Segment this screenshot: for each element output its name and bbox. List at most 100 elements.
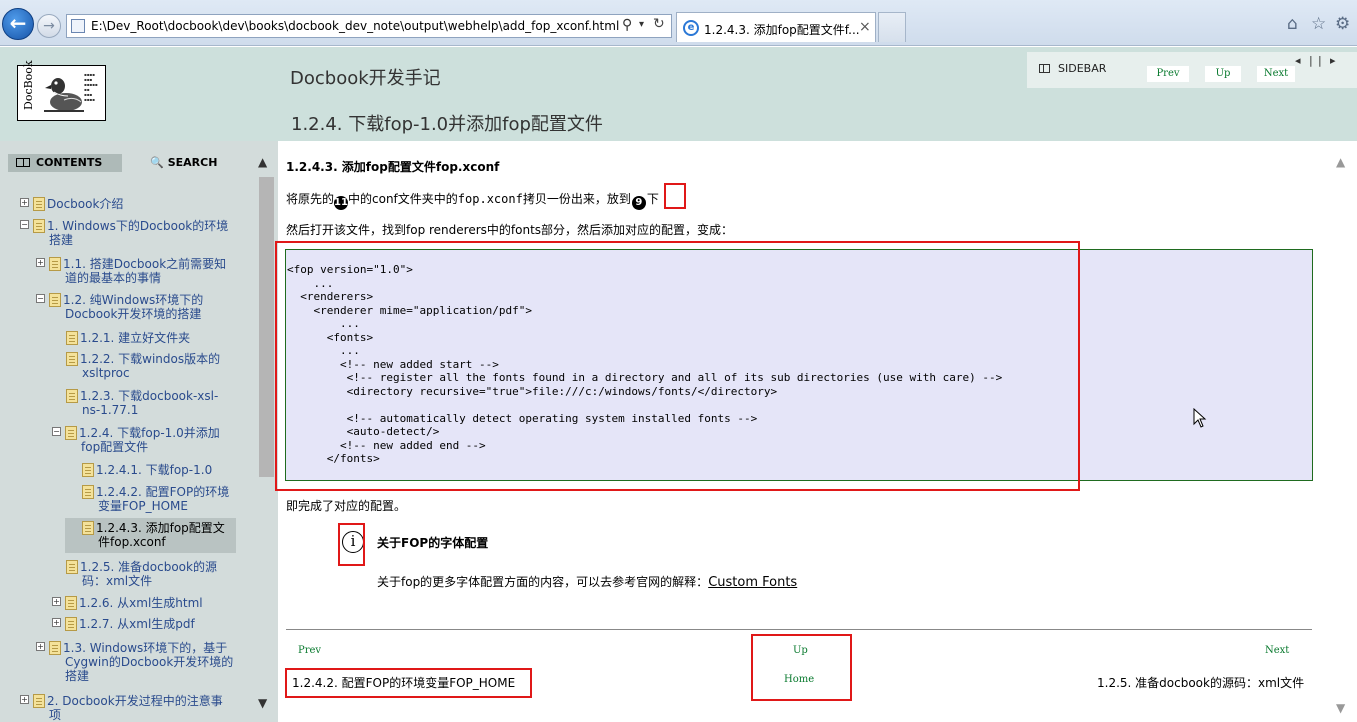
duck-icon bbox=[44, 78, 84, 112]
book-title: Docbook开发手记 bbox=[290, 68, 441, 89]
webhelp-header: DocBook ▪▪▪▪ ▪▪▪ ▪▪▪▪▪ ▪▪ ▪▪▪ ▪▪▪▪ Docbook… bbox=[0, 47, 1357, 141]
text: 中的conf文件夹中的 bbox=[348, 192, 458, 206]
footer-next-title[interactable]: 1.2.5. 准备docbook的源码：xml文件 bbox=[1097, 674, 1304, 691]
toc-label-line2: 变量FOP_HOME bbox=[98, 499, 188, 513]
tab-search-label: SEARCH bbox=[167, 156, 218, 169]
toc-item[interactable]: 1.2.5. 准备docbook的源 码：xml文件 bbox=[66, 560, 217, 588]
text: 下 bbox=[646, 192, 659, 206]
custom-fonts-link[interactable]: Custom Fonts bbox=[708, 575, 797, 590]
toc-label: 1.2.6. 从xml生成html bbox=[79, 596, 203, 610]
footer-divider bbox=[286, 629, 1312, 630]
toc-label-line2: 件fop.xconf bbox=[98, 535, 166, 549]
text: 关于fop的更多字体配置方面的内容，可以去参考官网的解释： bbox=[377, 575, 709, 589]
forward-arrow-icon[interactable]: → bbox=[37, 14, 61, 38]
toc-item[interactable]: + Docbook介绍 bbox=[20, 197, 123, 211]
pager-next-icon[interactable]: ▸ bbox=[1330, 54, 1336, 67]
toc-label-line2: xsltproc bbox=[82, 366, 130, 380]
page-icon bbox=[82, 463, 94, 477]
collapse-minus-icon[interactable]: − bbox=[36, 294, 45, 303]
book-icon bbox=[16, 158, 30, 167]
toc-label: 2. Docbook开发过程中的注意事 bbox=[47, 694, 223, 708]
search-icon: 🔍 bbox=[150, 156, 164, 169]
collapse-minus-icon[interactable]: − bbox=[20, 220, 29, 229]
address-bar[interactable]: E:\Dev_Root\docbook\dev\books\docbook_de… bbox=[66, 14, 672, 38]
toc-item[interactable]: − 1.2.4. 下载fop-1.0并添加 fop配置文件 bbox=[52, 426, 220, 454]
page-icon bbox=[66, 352, 78, 366]
page-icon bbox=[65, 426, 77, 440]
toc-item[interactable]: + 1.1. 搭建Docbook之前需要知 道的最基本的事情 bbox=[36, 257, 226, 285]
tab-contents[interactable]: CONTENTS bbox=[8, 154, 122, 172]
expand-plus-icon[interactable]: + bbox=[20, 695, 29, 704]
search-icon[interactable]: ⚲ bbox=[622, 17, 632, 33]
toc-item[interactable]: + 2. Docbook开发过程中的注意事 项 bbox=[20, 694, 223, 722]
toc-item[interactable]: 1.2.3. 下载docbook-xsl- ns-1.77.1 bbox=[66, 389, 218, 417]
pager-prev-icon[interactable]: ◂ bbox=[1295, 54, 1301, 67]
toc-label: 1.2. 纯Windows环境下的 bbox=[63, 293, 204, 307]
close-icon[interactable]: × bbox=[859, 19, 871, 35]
toc-item[interactable]: 1.2.4.1. 下载fop-1.0 bbox=[82, 463, 212, 477]
footer-next-link[interactable]: Next bbox=[1265, 645, 1289, 656]
callout-9-icon[interactable]: 9 bbox=[631, 196, 646, 210]
refresh-icon[interactable]: ↻ bbox=[653, 16, 665, 32]
address-url: E:\Dev_Root\docbook\dev\books\docbook_de… bbox=[91, 19, 620, 33]
sidebar-tabs: CONTENTS 🔍 SEARCH bbox=[8, 154, 250, 172]
tab-search[interactable]: 🔍 SEARCH bbox=[150, 154, 217, 172]
inline-code: fop.xconf bbox=[457, 192, 523, 206]
paragraph: 将原先的11中的conf文件夹中的fop.xconf拷贝一份出来，放到 9 下 bbox=[286, 190, 659, 210]
collapse-minus-icon[interactable]: − bbox=[52, 427, 61, 436]
note-title: 关于FOP的字体配置 bbox=[377, 536, 489, 550]
sidebar-toggle[interactable]: SIDEBAR bbox=[1039, 62, 1106, 75]
logo-text: DocBook bbox=[22, 60, 35, 110]
page-icon bbox=[71, 19, 85, 33]
toc-item[interactable]: + 1.2.6. 从xml生成html bbox=[52, 596, 203, 610]
page-icon bbox=[66, 560, 78, 574]
scroll-down-icon[interactable]: ▼ bbox=[1336, 701, 1345, 715]
note-body: 关于fop的更多字体配置方面的内容，可以去参考官网的解释：Custom Font… bbox=[377, 573, 797, 590]
toc-label: 1.2.4.2. 配置FOP的环境 bbox=[96, 485, 230, 499]
section-title: 1.2.4. 下载fop-1.0并添加fop配置文件 bbox=[291, 114, 603, 135]
expand-plus-icon[interactable]: + bbox=[20, 198, 29, 207]
toc-item[interactable]: + 1.2.7. 从xml生成pdf bbox=[52, 617, 195, 631]
expand-plus-icon[interactable]: + bbox=[36, 258, 45, 267]
highlight-box bbox=[664, 183, 686, 209]
callout-11-icon[interactable]: 11 bbox=[334, 196, 349, 210]
expand-plus-icon[interactable]: + bbox=[52, 618, 61, 627]
toc-item[interactable]: − 1. Windows下的Docbook的环境 搭建 bbox=[20, 219, 228, 247]
toc-label: Docbook介绍 bbox=[47, 197, 124, 211]
logo-fine-print: ▪▪▪▪ ▪▪▪ ▪▪▪▪▪ ▪▪ ▪▪▪ ▪▪▪▪ bbox=[84, 72, 98, 102]
toc-item[interactable]: 1.2.2. 下载windos版本的 xsltproc bbox=[66, 352, 220, 380]
up-link[interactable]: Up bbox=[1205, 66, 1241, 82]
prev-link[interactable]: Prev bbox=[1147, 66, 1189, 82]
page-icon bbox=[66, 331, 78, 345]
expand-plus-icon[interactable]: + bbox=[36, 642, 45, 651]
home-icon[interactable]: ⌂ bbox=[1287, 14, 1298, 34]
pager-divider-icon: | bbox=[1309, 54, 1313, 67]
scroll-up-icon[interactable]: ▲ bbox=[1336, 155, 1345, 169]
scroll-down-icon[interactable]: ▼ bbox=[258, 696, 267, 710]
dropdown-icon[interactable]: ▾ bbox=[639, 19, 644, 30]
sidebar-scrollbar-thumb[interactable] bbox=[259, 177, 274, 477]
toc-item[interactable]: − 1.2. 纯Windows环境下的 Docbook开发环境的搭建 bbox=[36, 293, 203, 321]
footer-prev-link[interactable]: Prev bbox=[298, 645, 321, 656]
toc-label: 1.2.7. 从xml生成pdf bbox=[79, 617, 195, 631]
toc-label: 1.2.2. 下载windos版本的 bbox=[80, 352, 221, 366]
toc-label-line2: fop配置文件 bbox=[81, 440, 149, 454]
toc-label-line2: 道的最基本的事情 bbox=[65, 271, 162, 285]
sidebar-icon bbox=[1039, 64, 1050, 73]
toc-item[interactable]: + 1.3. Windows环境下的，基于 Cygwin的Docbook开发环境… bbox=[36, 641, 233, 683]
expand-plus-icon[interactable]: + bbox=[52, 597, 61, 606]
browser-tab[interactable]: e 1.2.4.3. 添加fop配置文件f... × bbox=[676, 12, 876, 42]
toc-item[interactable]: 1.2.4.2. 配置FOP的环境 变量FOP_HOME bbox=[82, 485, 229, 513]
toc-item-current[interactable]: 1.2.4.3. 添加fop配置文 件fop.xconf bbox=[65, 518, 236, 553]
toc-label: 1.1. 搭建Docbook之前需要知 bbox=[63, 257, 227, 271]
scroll-up-icon[interactable]: ▲ bbox=[258, 155, 267, 169]
back-arrow-icon[interactable]: ← bbox=[2, 8, 34, 40]
next-link[interactable]: Next bbox=[1257, 66, 1295, 82]
new-tab-button[interactable] bbox=[878, 12, 906, 42]
gear-icon[interactable]: ⚙ bbox=[1335, 14, 1350, 34]
page-icon bbox=[33, 694, 45, 708]
toc-label: 1.2.3. 下载docbook-xsl- bbox=[80, 389, 219, 403]
star-icon[interactable]: ☆ bbox=[1311, 14, 1326, 34]
toc-item[interactable]: 1.2.1. 建立好文件夹 bbox=[66, 331, 190, 345]
tab-contents-label: CONTENTS bbox=[36, 156, 103, 169]
